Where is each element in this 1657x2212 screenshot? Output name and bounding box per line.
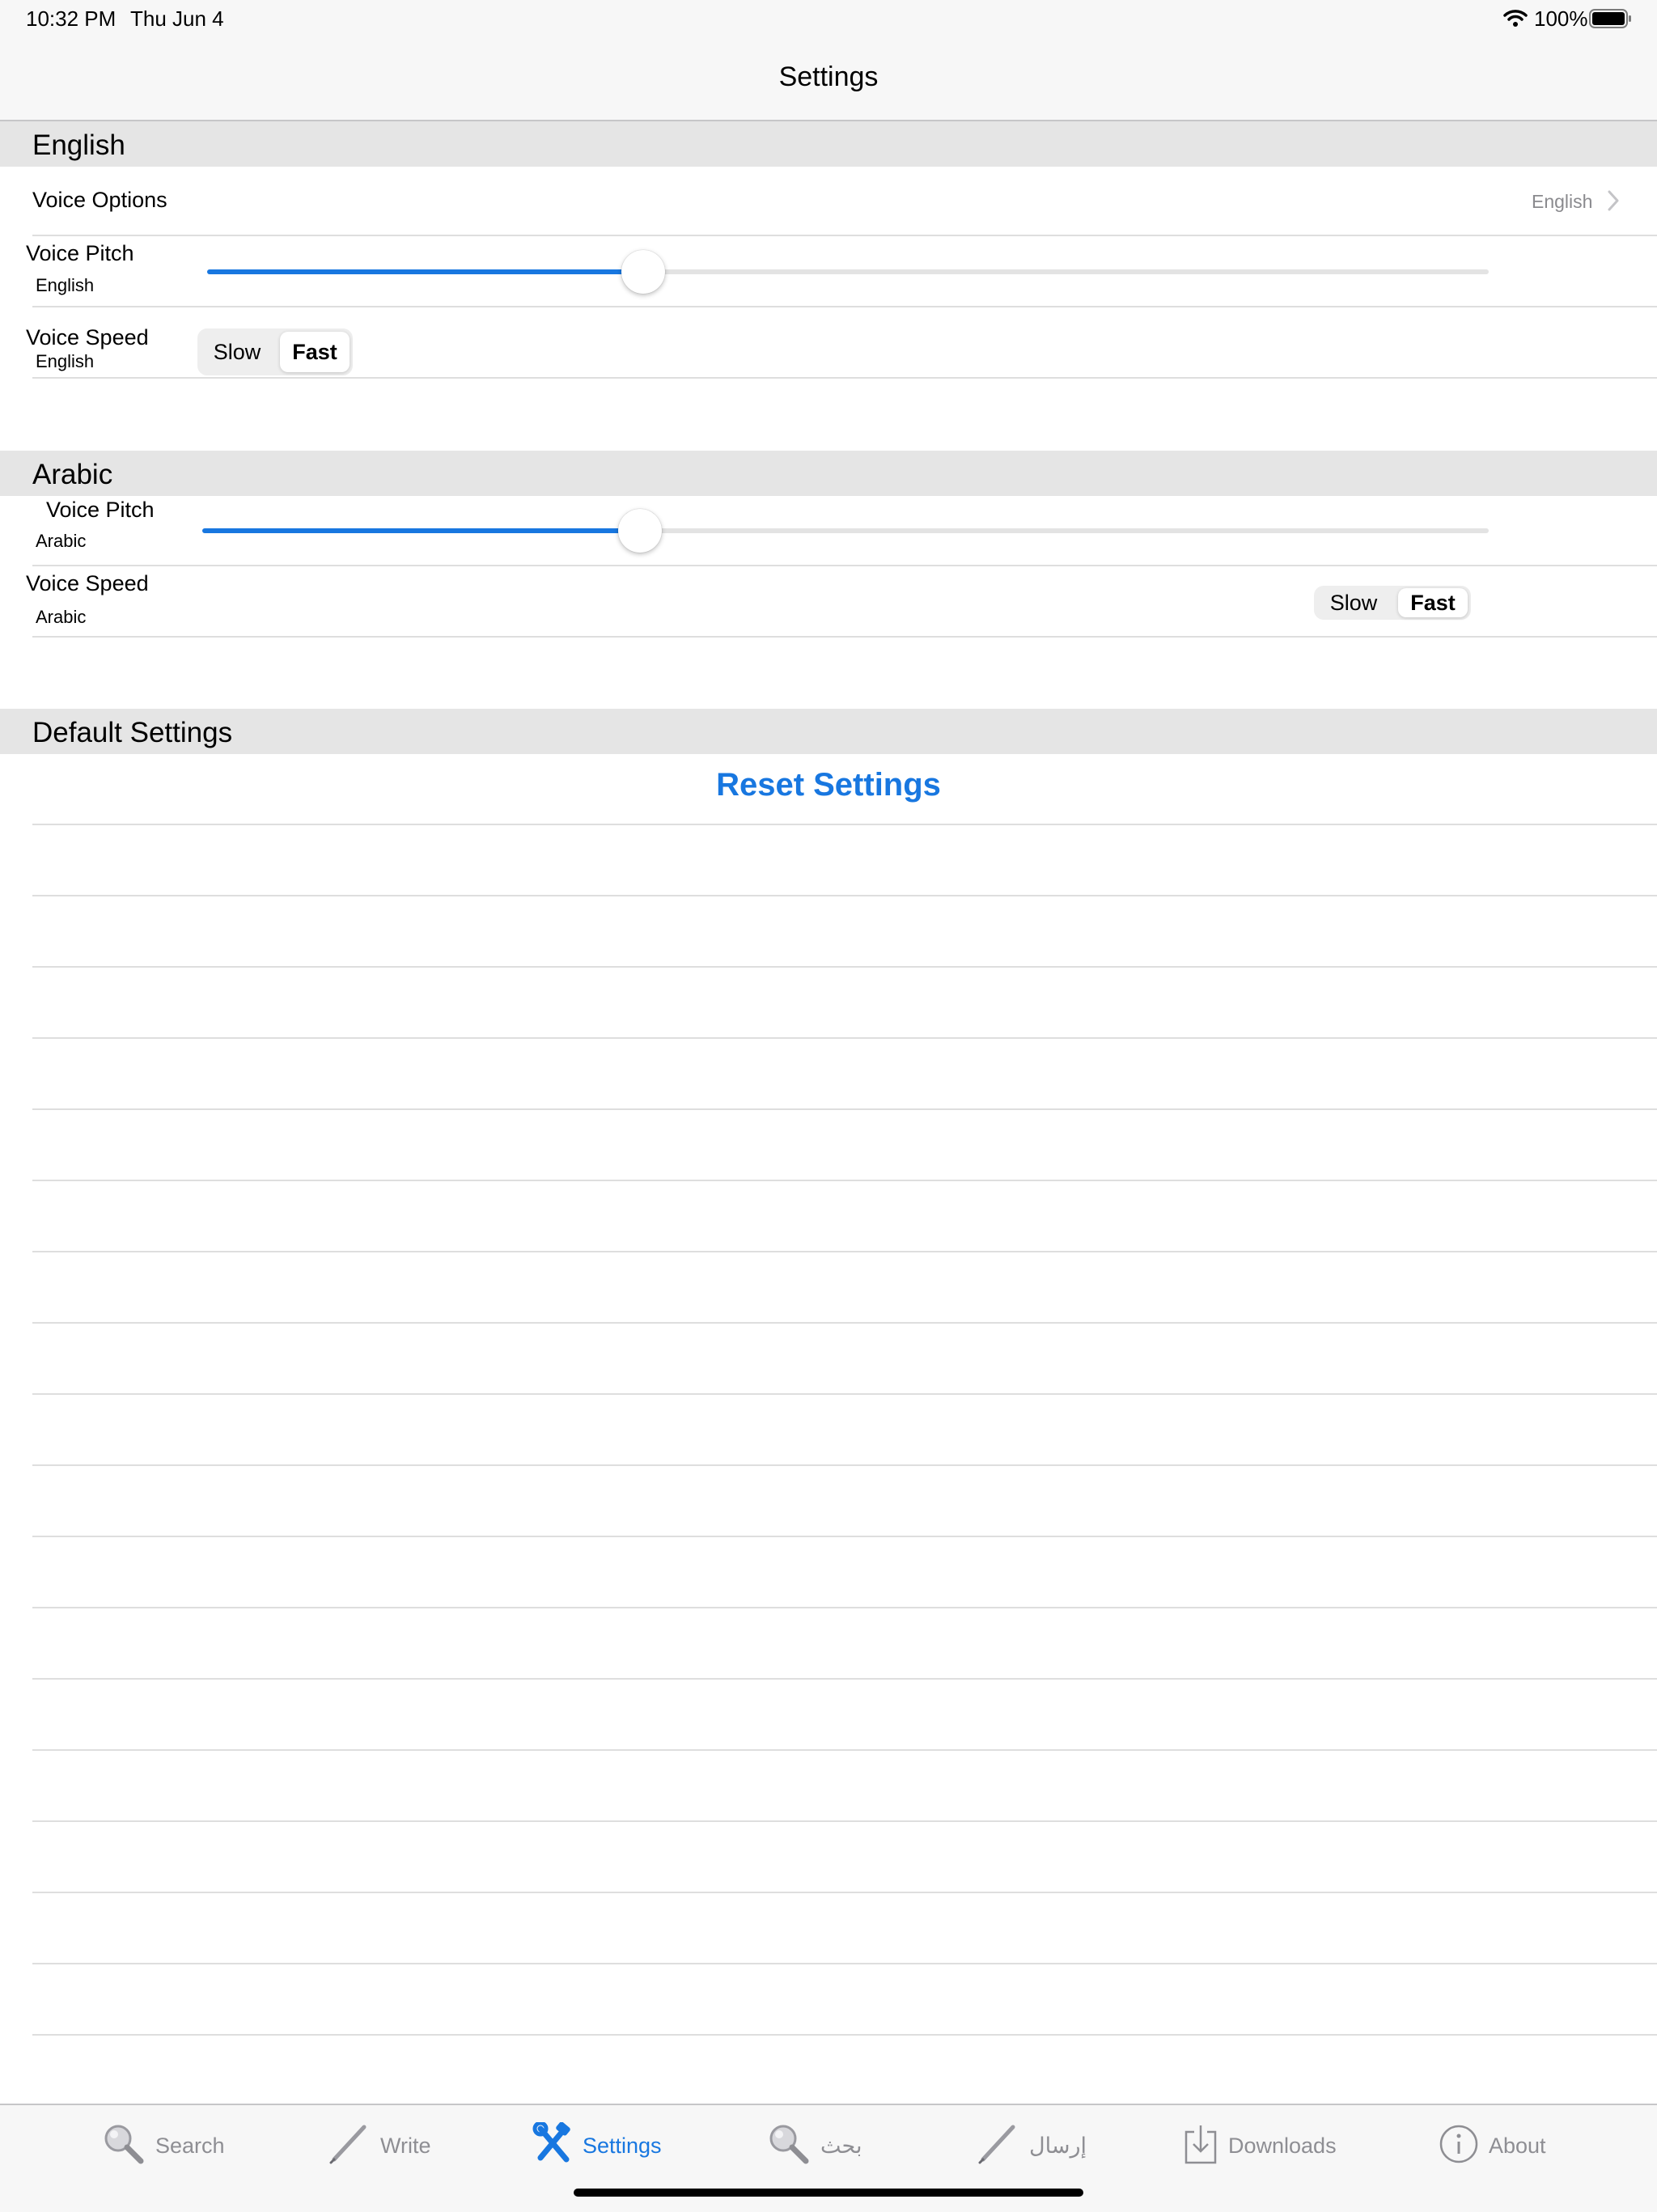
tab-label: Settings	[583, 2133, 662, 2158]
divider	[32, 1393, 1657, 1395]
arabic-speed-sublabel: Arabic	[36, 607, 87, 627]
section-title: English	[32, 129, 125, 161]
reset-settings-button[interactable]: Reset Settings	[0, 767, 1657, 803]
divider	[32, 895, 1657, 896]
segment-slow[interactable]: Slow	[1317, 586, 1390, 620]
arabic-pitch-label: Voice Pitch	[46, 498, 155, 522]
divider	[32, 1536, 1657, 1537]
english-pitch-slider[interactable]	[207, 248, 1489, 296]
battery-icon	[1589, 8, 1633, 33]
segment-fast[interactable]: Fast	[280, 332, 350, 372]
tools-icon	[532, 2121, 573, 2170]
divider	[32, 1251, 1657, 1252]
english-pitch-sublabel: English	[36, 275, 95, 295]
divider	[32, 1037, 1657, 1039]
divider	[32, 636, 1657, 638]
divider	[32, 1963, 1657, 1964]
slider-thumb[interactable]	[621, 250, 665, 294]
tab-search[interactable]: Search	[102, 2121, 225, 2170]
tab-downloads[interactable]: Downloads	[1183, 2121, 1337, 2170]
magnifier-icon	[102, 2122, 146, 2170]
section-title: Arabic	[32, 459, 113, 490]
slider-thumb[interactable]	[618, 509, 662, 553]
tab-label: About	[1489, 2133, 1546, 2158]
divider	[32, 1464, 1657, 1466]
segment-slow[interactable]: Slow	[201, 328, 273, 375]
section-header-default-settings: Default Settings	[0, 709, 1657, 754]
voice-options-label: Voice Options	[32, 188, 167, 212]
tab-write[interactable]: Write	[327, 2121, 431, 2170]
divider	[32, 565, 1657, 566]
tab-label: Downloads	[1228, 2133, 1337, 2158]
section-header-english: English	[0, 121, 1657, 167]
divider	[32, 966, 1657, 968]
english-speed-sublabel: English	[36, 351, 95, 371]
divider	[32, 824, 1657, 825]
segment-fast[interactable]: Fast	[1398, 588, 1468, 617]
divider	[32, 1108, 1657, 1110]
arabic-pitch-sublabel: Arabic	[36, 531, 87, 551]
divider	[32, 235, 1657, 236]
status-date: Thu Jun 4	[130, 6, 224, 31]
tab-label: بحث	[820, 2133, 862, 2158]
tab-label: Write	[380, 2133, 431, 2158]
voice-options-row[interactable]: Voice Options English	[0, 167, 1657, 236]
status-bar	[0, 0, 1657, 40]
chevron-right-icon	[1607, 190, 1620, 215]
divider	[32, 2034, 1657, 2036]
divider	[32, 1607, 1657, 1608]
divider	[32, 1678, 1657, 1680]
page-title: Settings	[778, 61, 879, 92]
tab-settings[interactable]: Settings	[532, 2121, 662, 2170]
magnifier-icon	[767, 2122, 811, 2170]
section-header-arabic: Arabic	[0, 451, 1657, 496]
divider	[32, 1820, 1657, 1822]
section-title: Default Settings	[32, 717, 233, 748]
wifi-icon	[1503, 8, 1528, 32]
battery-percent: 100%	[1534, 6, 1588, 31]
divider	[32, 306, 1657, 307]
slider-fill	[202, 528, 640, 533]
tab-send-arabic[interactable]: إرسال	[976, 2121, 1087, 2170]
slider-fill	[207, 269, 643, 274]
home-indicator	[574, 2189, 1083, 2197]
arabic-speed-label: Voice Speed	[26, 571, 149, 595]
pencil-icon	[976, 2122, 1019, 2170]
divider	[32, 1892, 1657, 1893]
pencil-icon	[327, 2122, 371, 2170]
english-pitch-label: Voice Pitch	[26, 241, 134, 265]
tab-label: Search	[155, 2133, 225, 2158]
divider	[32, 1749, 1657, 1751]
info-icon	[1439, 2124, 1479, 2168]
status-time: 10:32 PM	[26, 6, 117, 31]
tab-about[interactable]: About	[1439, 2121, 1546, 2170]
tab-search-arabic[interactable]: بحث	[767, 2121, 862, 2170]
tab-label: إرسال	[1029, 2133, 1087, 2158]
arabic-speed-segmented-control[interactable]: Slow Fast	[1314, 586, 1471, 620]
download-icon	[1183, 2122, 1218, 2170]
divider	[32, 377, 1657, 379]
voice-options-value: English	[1532, 191, 1593, 212]
divider	[32, 1180, 1657, 1181]
english-speed-segmented-control[interactable]: Slow Fast	[197, 328, 353, 375]
english-speed-label: Voice Speed	[26, 325, 149, 350]
divider	[32, 1322, 1657, 1324]
arabic-pitch-slider[interactable]	[202, 506, 1489, 555]
